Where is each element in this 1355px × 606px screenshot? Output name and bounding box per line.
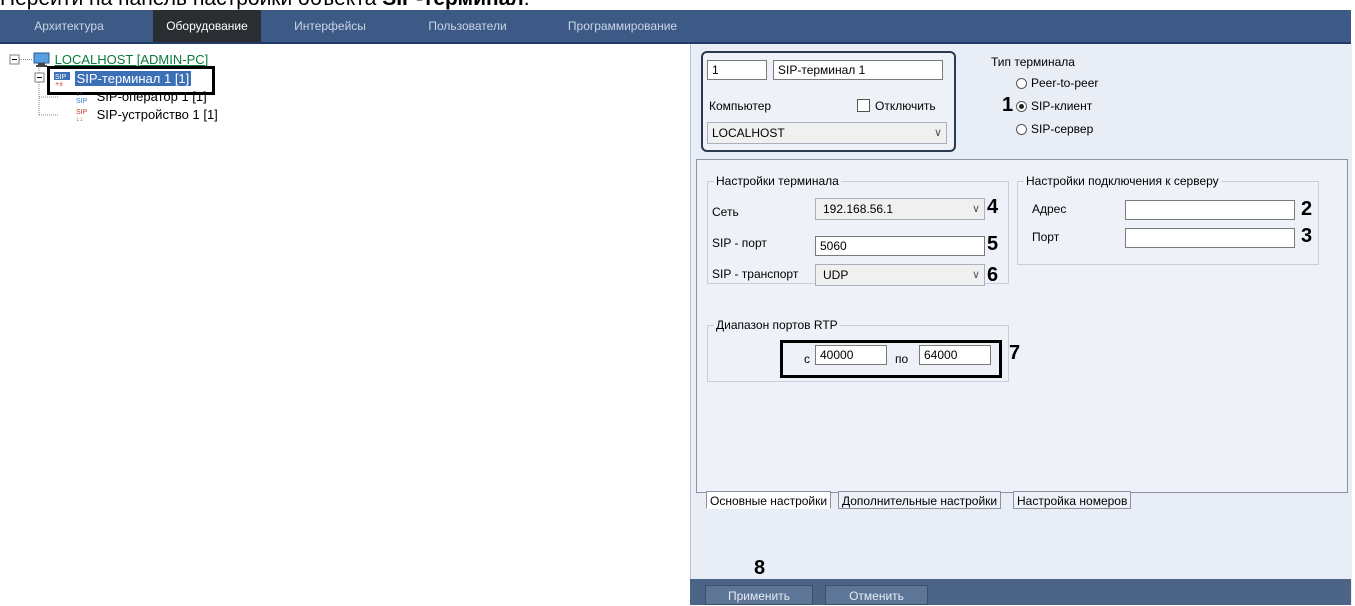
menu-equipment[interactable]: Оборудование bbox=[153, 10, 261, 42]
sip-transport-value: UDP bbox=[823, 268, 849, 282]
rtp-to-input[interactable] bbox=[919, 345, 991, 365]
tree-label-localhost: LOCALHOST [ADMIN-PC] bbox=[54, 52, 209, 67]
svg-text:+±: +± bbox=[55, 81, 63, 86]
server-port-input[interactable] bbox=[1125, 228, 1295, 248]
tree-label-sip-terminal: SIP-терминал 1 [1] bbox=[74, 71, 192, 86]
callout-3: 3 bbox=[1301, 225, 1313, 247]
address-label: Адрес bbox=[1032, 202, 1067, 216]
svg-text:SIP: SIP bbox=[55, 74, 67, 81]
callout-6: 6 bbox=[987, 264, 999, 286]
tree-node-sip-device[interactable]: SIP ↓↓ SIP-устройство 1 [1] bbox=[75, 106, 218, 124]
server-settings-group: Настройки подключения к серверу bbox=[1017, 174, 1319, 265]
apply-button[interactable]: Применить bbox=[705, 585, 813, 605]
tab-additional-settings[interactable]: Дополнительные настройки bbox=[838, 491, 1002, 509]
terminal-type-title: Тип терминала bbox=[991, 55, 1075, 69]
caption-bold: SIP-терминал bbox=[382, 0, 524, 10]
svg-text:SIP: SIP bbox=[76, 109, 88, 116]
sip-port-label: SIP - порт bbox=[712, 236, 767, 250]
menu-architecture[interactable]: Архитектура bbox=[14, 10, 124, 42]
menu-interfaces[interactable]: Интерфейсы bbox=[285, 10, 375, 42]
server-settings-title: Настройки подключения к серверу bbox=[1024, 174, 1221, 188]
top-menu-bar: Архитектура Оборудование Интерфейсы Поль… bbox=[0, 10, 1351, 44]
radio-sip-server-label: SIP-сервер bbox=[1031, 122, 1094, 136]
svg-text:↓↑: ↓↑ bbox=[76, 91, 83, 98]
callout-4: 4 bbox=[987, 196, 999, 218]
chevron-down-icon: ∨ bbox=[971, 203, 980, 215]
sip-operator-icon: ↓↑ SIP bbox=[76, 91, 88, 105]
radio-peer-to-peer-label: Peer-to-peer bbox=[1031, 76, 1099, 90]
tree-label-sip-operator: SIP-оператор 1 [1] bbox=[96, 89, 207, 104]
tree-node-sip-terminal[interactable]: SIP +± SIP-терминал 1 [1] bbox=[53, 70, 192, 88]
svg-text:↓↓: ↓↓ bbox=[76, 116, 83, 122]
caption-suffix: . bbox=[524, 0, 530, 10]
radio-peer-to-peer[interactable] bbox=[1016, 78, 1027, 89]
computer-select-value: LOCALHOST bbox=[712, 126, 785, 140]
object-id-input[interactable] bbox=[707, 60, 767, 80]
main-tab-page: Настройки терминала Сеть 192.168.56.1 ∨ … bbox=[696, 159, 1348, 493]
rtp-range-title: Диапазон портов RTP bbox=[714, 318, 840, 332]
object-tree: LOCALHOST [ADMIN-PC] SIP +± SIP-терминал… bbox=[0, 44, 690, 605]
object-header-box: Компьютер Отключить LOCALHOST ∨ bbox=[701, 51, 956, 152]
computer-label: Компьютер bbox=[709, 99, 772, 113]
computer-select[interactable]: LOCALHOST ∨ bbox=[707, 122, 947, 144]
chevron-down-icon: ∨ bbox=[971, 269, 980, 281]
tree-node-sip-operator[interactable]: ↓↑ SIP SIP-оператор 1 [1] bbox=[75, 88, 207, 106]
disable-checkbox[interactable] bbox=[857, 99, 870, 112]
radio-sip-client[interactable] bbox=[1016, 101, 1027, 112]
tree-label-sip-device: SIP-устройство 1 [1] bbox=[96, 107, 218, 122]
server-address-input[interactable] bbox=[1125, 200, 1295, 220]
callout-1: 1 bbox=[1002, 94, 1014, 116]
menu-programming[interactable]: Программирование bbox=[560, 10, 685, 42]
callout-5: 5 bbox=[987, 233, 999, 255]
sip-transport-label: SIP - транспорт bbox=[712, 267, 799, 281]
radio-sip-client-label: SIP-клиент bbox=[1031, 99, 1093, 113]
rtp-from-input[interactable] bbox=[815, 345, 887, 365]
network-select-value: 192.168.56.1 bbox=[823, 202, 894, 216]
menu-users[interactable]: Пользователи bbox=[415, 10, 520, 42]
instruction-caption: Перейти на панель настройки объекта SIP-… bbox=[0, 0, 800, 10]
sip-terminal-icon: SIP +± bbox=[54, 72, 70, 88]
svg-text:SIP: SIP bbox=[76, 98, 88, 104]
tab-main-settings[interactable]: Основные настройки bbox=[706, 491, 832, 509]
sip-port-input[interactable] bbox=[815, 236, 985, 256]
caption-prefix: Перейти на панель настройки объекта bbox=[0, 0, 382, 10]
bottom-button-bar: Применить Отменить bbox=[690, 579, 1351, 605]
server-port-label: Порт bbox=[1032, 230, 1060, 244]
rtp-to-label: по bbox=[895, 352, 909, 366]
network-label: Сеть bbox=[712, 205, 739, 219]
disable-label: Отключить bbox=[875, 99, 936, 113]
tab-number-settings[interactable]: Настройка номеров bbox=[1013, 491, 1132, 509]
chevron-down-icon: ∨ bbox=[933, 127, 942, 139]
computer-icon bbox=[33, 52, 50, 67]
network-select[interactable]: 192.168.56.1 ∨ bbox=[815, 198, 985, 220]
cancel-button[interactable]: Отменить bbox=[825, 585, 928, 605]
terminal-settings-title: Настройки терминала bbox=[714, 174, 841, 188]
radio-sip-server[interactable] bbox=[1016, 124, 1027, 135]
sip-transport-select[interactable]: UDP ∨ bbox=[815, 264, 985, 286]
rtp-from-label: с bbox=[804, 352, 810, 366]
object-name-input[interactable] bbox=[773, 60, 943, 80]
sip-device-icon: SIP ↓↓ bbox=[76, 109, 88, 123]
callout-2: 2 bbox=[1301, 198, 1313, 220]
settings-panel: Компьютер Отключить LOCALHOST ∨ Тип терм… bbox=[690, 44, 1352, 605]
callout-8: 8 bbox=[754, 557, 766, 579]
callout-7: 7 bbox=[1009, 342, 1021, 364]
